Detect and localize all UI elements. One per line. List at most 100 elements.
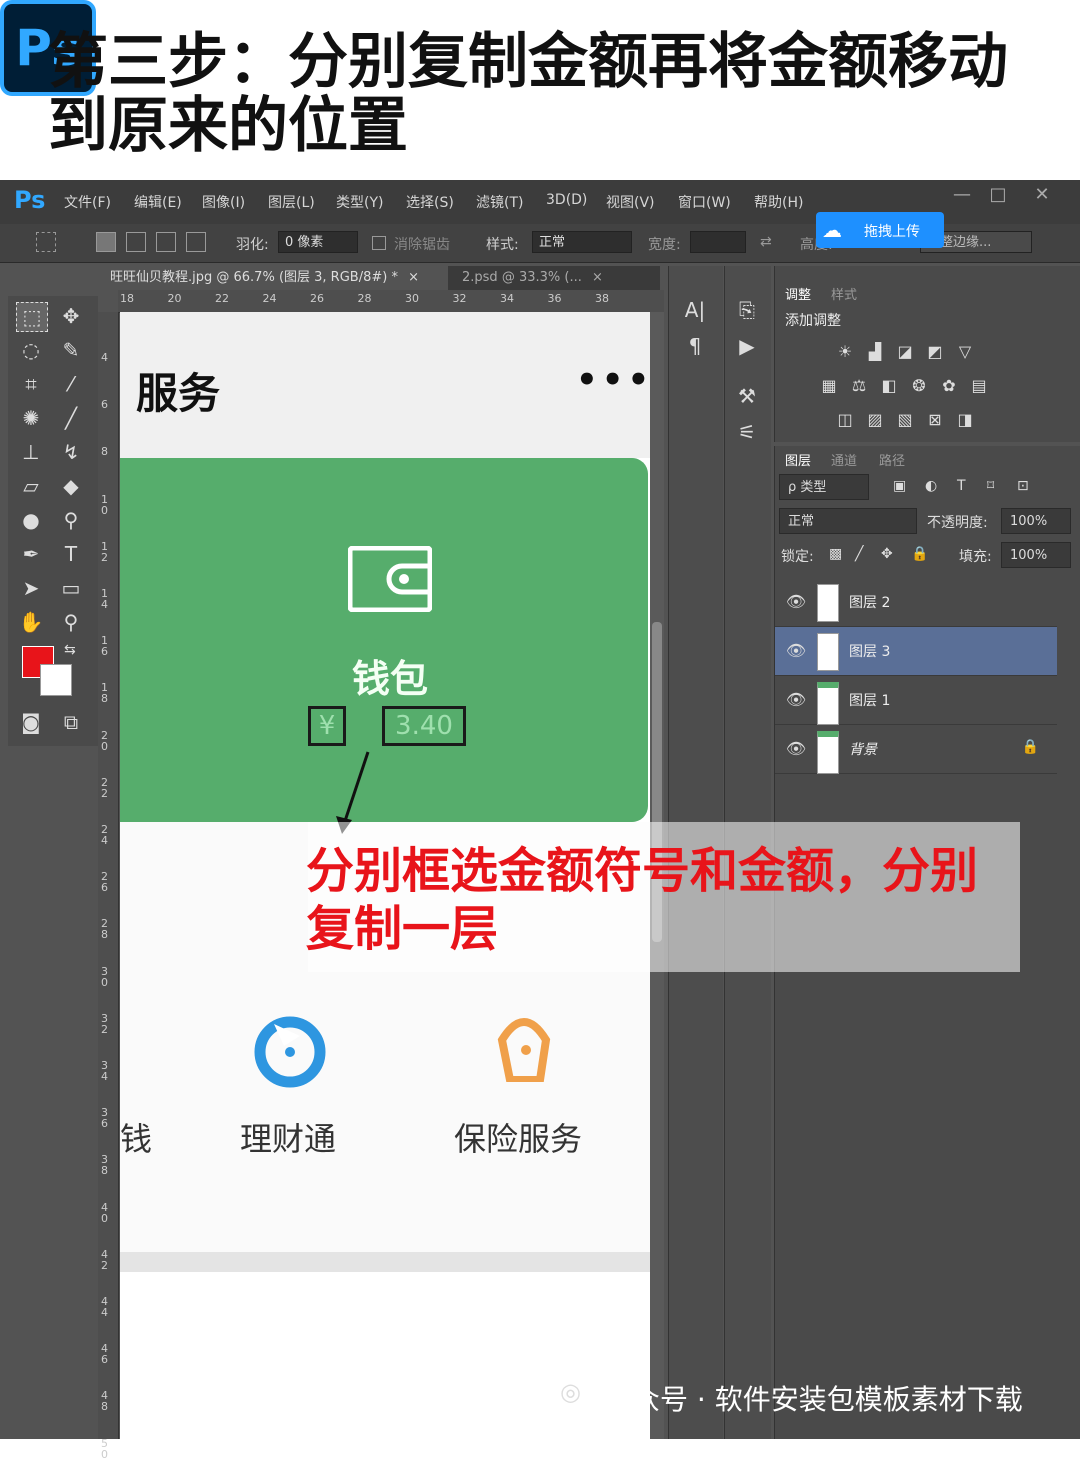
tab-adjustments[interactable]: 调整 (785, 284, 811, 303)
blend-mode-select[interactable]: 正常 (779, 508, 917, 534)
selective-color-icon[interactable]: ⊠ (925, 410, 945, 430)
blur-tool-icon[interactable]: ● (16, 506, 46, 534)
history-brush-tool-icon[interactable]: ↯ (56, 438, 86, 466)
crop-tool-icon[interactable]: ⌗ (16, 370, 46, 398)
lasso-tool-icon[interactable]: ◌ (16, 336, 46, 364)
menu-type[interactable]: 类型(Y) (336, 192, 383, 212)
menu-image[interactable]: 图像(I) (202, 192, 245, 212)
quick-mask-icon[interactable]: ◙ (16, 708, 46, 736)
maximize-icon[interactable]: □ (980, 184, 1016, 210)
menu-help[interactable]: 帮助(H) (754, 192, 803, 212)
lock-transparent-icon[interactable]: ▩ (829, 546, 842, 562)
rect-marquee-tool-icon[interactable]: ⬚ (16, 302, 48, 332)
close-icon[interactable]: ✕ (1024, 184, 1060, 210)
tab-document-active[interactable]: 旺旺仙贝教程.jpg @ 66.7% (图层 3, RGB/8#) * × (100, 266, 448, 290)
invert-icon[interactable]: ◫ (835, 410, 855, 430)
type-tool-icon[interactable]: T (56, 540, 86, 568)
tab-paths[interactable]: 路径 (879, 450, 905, 469)
filter-pixel-icon[interactable]: ▣ (893, 478, 906, 494)
eye-icon[interactable]: 👁 (785, 641, 807, 661)
eye-icon[interactable]: 👁 (785, 592, 807, 612)
vibrance-icon[interactable]: ▽ (955, 342, 975, 362)
levels-icon[interactable]: ▟ (865, 342, 885, 362)
drag-upload-button[interactable]: ☁ 拖拽上传 (816, 212, 944, 248)
stamp-tool-icon[interactable]: ⊥ (16, 438, 46, 466)
eye-icon[interactable]: 👁 (785, 739, 807, 759)
width-input[interactable] (690, 231, 746, 253)
hand-tool-icon[interactable]: ✋ (16, 608, 46, 636)
path-select-tool-icon[interactable]: ➤ (16, 574, 46, 602)
add-selection-icon[interactable] (126, 232, 146, 252)
channel-mixer-icon[interactable]: ✿ (939, 376, 959, 396)
tab-close-icon[interactable]: × (592, 270, 603, 285)
zoom-tool-icon[interactable]: ⚲ (56, 608, 86, 636)
lock-position-icon[interactable]: ✥ (881, 546, 893, 562)
hue-saturation-icon[interactable]: ▦ (819, 376, 839, 396)
history-panel-icon[interactable]: ⎘ (727, 298, 767, 322)
actions-panel-icon[interactable]: ▶ (727, 334, 767, 358)
menu-edit[interactable]: 编辑(E) (134, 192, 182, 212)
layer-filter-select[interactable]: ρ 类型 (779, 474, 869, 500)
new-selection-icon[interactable] (96, 232, 116, 252)
filter-type-icon[interactable]: T (957, 478, 966, 494)
filter-smart-icon[interactable]: ⊡ (1017, 478, 1029, 494)
lock-all-icon[interactable]: 🔒 (911, 546, 928, 562)
menu-3d[interactable]: 3D(D) (546, 192, 587, 208)
lock-pixels-icon[interactable]: ╱ (855, 546, 863, 562)
menu-view[interactable]: 视图(V) (606, 192, 655, 212)
menu-select[interactable]: 选择(S) (406, 192, 454, 212)
paragraph-panel-icon[interactable]: ¶ (675, 334, 715, 358)
opacity-input[interactable]: 100% (1001, 508, 1071, 534)
background-color-swatch[interactable] (40, 664, 72, 696)
tab-channels[interactable]: 通道 (831, 450, 857, 469)
fill-input[interactable]: 100% (1001, 542, 1071, 568)
layer-row[interactable]: 👁 图层 1 (775, 676, 1057, 725)
subtract-selection-icon[interactable] (156, 232, 176, 252)
healing-tool-icon[interactable]: ✺ (16, 404, 46, 432)
curves-icon[interactable]: ◪ (895, 342, 915, 362)
eraser-tool-icon[interactable]: ▱ (16, 472, 46, 500)
tab-layers[interactable]: 图层 (785, 450, 811, 469)
threshold-icon[interactable]: ▧ (895, 410, 915, 430)
move-tool-icon[interactable]: ✥ (56, 302, 86, 330)
paint-bucket-tool-icon[interactable]: ◆ (56, 472, 86, 500)
menu-filter[interactable]: 滤镜(T) (476, 192, 523, 212)
feather-input[interactable]: 0 像素 (278, 231, 358, 253)
posterize-icon[interactable]: ▨ (865, 410, 885, 430)
menu-layer[interactable]: 图层(L) (268, 192, 315, 212)
menu-window[interactable]: 窗口(W) (678, 192, 731, 212)
swap-icon[interactable]: ⇄ (760, 234, 772, 250)
layer-row[interactable]: 👁 图层 2 (775, 578, 1057, 627)
brightness-icon[interactable]: ☀ (835, 342, 855, 362)
tab-close-icon[interactable]: × (408, 270, 419, 285)
filter-adjustment-icon[interactable]: ◐ (925, 478, 937, 494)
menu-file[interactable]: 文件(F) (64, 192, 111, 212)
filter-shape-icon[interactable]: ⌑ (987, 478, 994, 494)
eye-icon[interactable]: 👁 (785, 690, 807, 710)
pen-tool-icon[interactable]: ✒ (16, 540, 46, 568)
layer-row-selected[interactable]: 👁 图层 3 (775, 627, 1057, 676)
eyedropper-tool-icon[interactable]: ⁄ (56, 370, 86, 398)
marquee-tool-preset-icon[interactable] (36, 232, 56, 252)
exposure-icon[interactable]: ◩ (925, 342, 945, 362)
color-lookup-icon[interactable]: ▤ (969, 376, 989, 396)
antialias-checkbox[interactable] (372, 236, 386, 250)
screen-mode-icon[interactable]: ⧉ (56, 708, 86, 736)
brush-tool-icon[interactable]: ╱ (56, 404, 86, 432)
quick-select-tool-icon[interactable]: ✎ (56, 336, 86, 364)
style-select[interactable]: 正常 (532, 231, 632, 253)
minimize-icon[interactable]: — (944, 184, 980, 210)
intersect-selection-icon[interactable] (186, 232, 206, 252)
black-white-icon[interactable]: ◧ (879, 376, 899, 396)
photo-filter-icon[interactable]: ❂ (909, 376, 929, 396)
swap-colors-icon[interactable]: ⇆ (64, 642, 76, 658)
gradient-map-icon[interactable]: ◨ (955, 410, 975, 430)
tab-document-2[interactable]: 2.psd @ 33.3% (... × (452, 266, 612, 290)
layer-row-background[interactable]: 👁 背景 🔒 (775, 725, 1057, 774)
dodge-tool-icon[interactable]: ⚲ (56, 506, 86, 534)
tool-presets-icon[interactable]: ⚒ (727, 384, 767, 408)
properties-panel-icon[interactable]: ⚟ (727, 420, 767, 444)
character-panel-icon[interactable]: A| (675, 298, 715, 322)
rectangle-tool-icon[interactable]: ▭ (56, 574, 86, 602)
tab-styles[interactable]: 样式 (831, 284, 857, 303)
